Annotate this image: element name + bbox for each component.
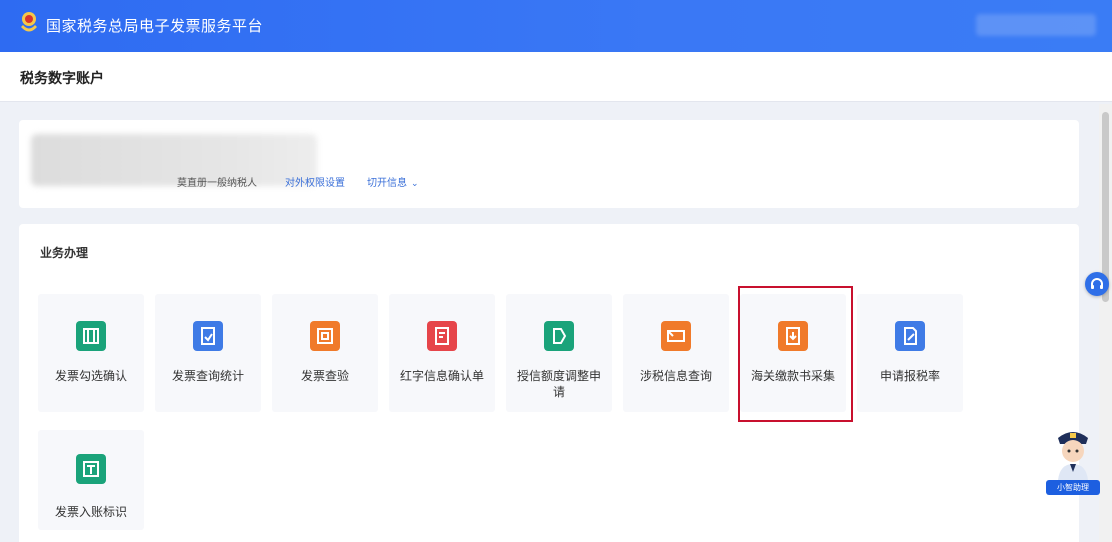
highlight-frame — [738, 286, 853, 422]
assistant-badge: 小智助理 — [1046, 480, 1100, 495]
tile-red-info[interactable]: 红字信息确认单 — [389, 294, 495, 412]
tile-label: 发票入账标识 — [54, 505, 127, 519]
page-header: 税务数字账户 — [0, 52, 1112, 102]
tile-tax-info[interactable]: 涉税信息查询 — [623, 294, 729, 412]
assistant-widget[interactable]: 小智助理 — [1046, 424, 1100, 496]
headset-icon — [1091, 278, 1103, 289]
tile-label: 涉税信息查询 — [639, 369, 712, 383]
invoice-book-icon — [76, 454, 106, 484]
tile-label: 发票勾选确认 — [54, 369, 127, 383]
support-button[interactable] — [1085, 272, 1109, 296]
tile-label: 发票查询统计 — [171, 369, 244, 383]
invoice-stats-icon — [193, 321, 223, 351]
red-info-icon — [427, 321, 457, 351]
invoice-verify-icon — [310, 321, 340, 351]
tile-invoice-stats[interactable]: 发票查询统计 — [155, 294, 261, 412]
tile-invoice-book[interactable]: 发票入账标识 — [38, 430, 144, 530]
taxpayer-type-label: 莫直册一般纳税人 — [177, 178, 257, 189]
tile-invoice-select[interactable]: 发票勾选确认 — [38, 294, 144, 412]
invoice-select-icon — [76, 321, 106, 351]
tile-label: 授信额度调整申请 — [516, 369, 601, 399]
switch-info-link[interactable]: 切开信息 ⌄ — [367, 174, 419, 189]
tile-invoice-verify[interactable]: 发票查验 — [272, 294, 378, 412]
chevron-down-icon: ⌄ — [411, 179, 419, 189]
police-assistant-avatar-icon — [1058, 432, 1088, 480]
tax-emblem-icon — [18, 10, 40, 36]
tile-label: 红字信息确认单 — [399, 369, 484, 383]
platform-title: 国家税务总局电子发票服务平台 — [46, 17, 264, 35]
vertical-scrollbar[interactable] — [1099, 104, 1112, 542]
external-permission-link[interactable]: 对外权限设置 — [285, 174, 345, 189]
tile-label: 申请报税率 — [879, 369, 940, 383]
apply-rate-icon — [895, 321, 925, 351]
page-title: 税务数字账户 — [20, 71, 104, 87]
tile-label: 发票查验 — [300, 369, 349, 383]
top-navigation-bar: 国家税务总局电子发票服务平台 — [0, 0, 1112, 52]
tile-apply-rate[interactable]: 申请报税率 — [857, 294, 963, 412]
user-info-area[interactable] — [976, 14, 1096, 36]
switch-info-label: 切开信息 — [367, 178, 407, 189]
section-title: 业务办理 — [40, 246, 89, 260]
tile-credit-adjust[interactable]: 授信额度调整申请 — [506, 294, 612, 412]
credit-adjust-icon — [544, 321, 574, 351]
tax-info-icon — [661, 321, 691, 351]
taxpayer-name-redacted — [31, 134, 317, 186]
account-card: 莫直册一般纳税人 对外权限设置 切开信息 ⌄ — [19, 120, 1079, 208]
